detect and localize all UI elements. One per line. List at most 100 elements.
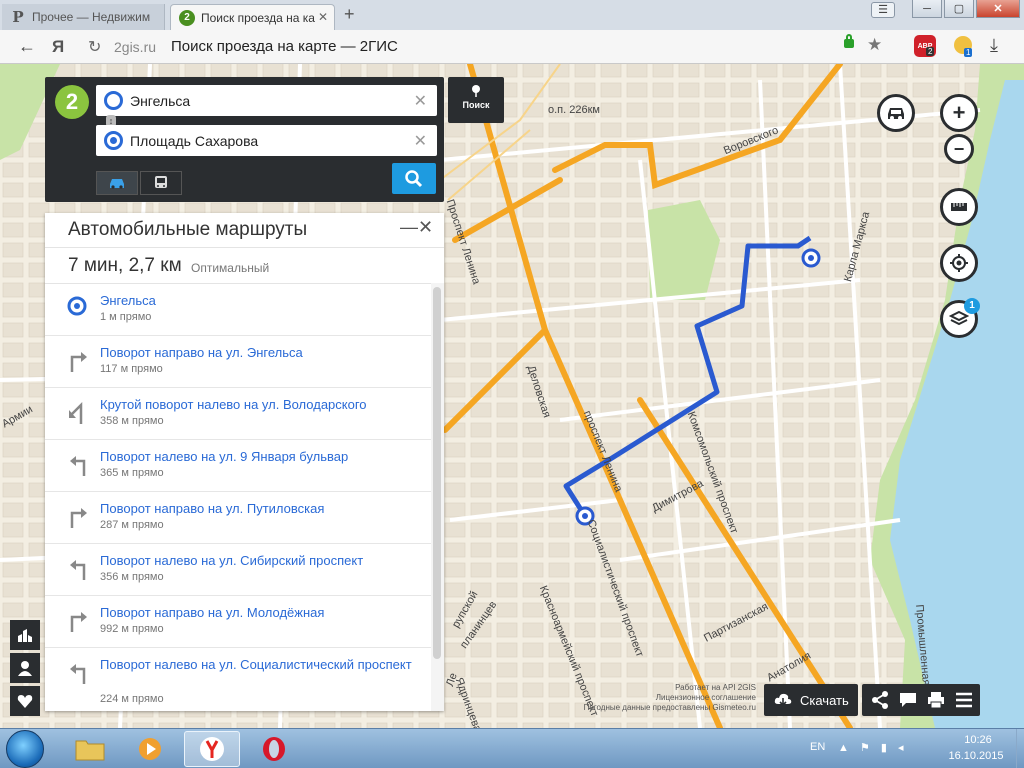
poisk-button[interactable]: Поиск (448, 77, 504, 123)
from-field[interactable]: Энгельса ✕ (96, 85, 437, 116)
tab-favicon-icon: Р (12, 8, 24, 26)
tab-route-search[interactable]: 2 Поиск проезда на ка ✕ (170, 4, 335, 30)
extension-badge: 1 (964, 48, 973, 57)
url-page-title[interactable]: Поиск проезда на карте — 2ГИС (171, 38, 398, 55)
minimize-panel-icon[interactable]: — (400, 217, 418, 238)
step-title: Крутой поворот налево на ул. Володарског… (100, 397, 367, 412)
turn-left-icon (70, 664, 86, 684)
share-toolbar (862, 684, 980, 716)
favorites-button[interactable] (10, 686, 40, 716)
bookmark-star-icon[interactable]: ★ (867, 35, 882, 55)
step-distance: 358 м прямо (100, 415, 164, 427)
profile-button[interactable] (10, 653, 40, 683)
zoom-in-button[interactable]: + (940, 94, 978, 132)
route-option[interactable]: Оптимальный (191, 261, 269, 275)
keyboard-language[interactable]: EN (810, 741, 825, 753)
opera-icon (263, 737, 285, 761)
route-steps-list: Энгельса 1 м прямо Поворот направо на ул… (45, 283, 431, 711)
step-title: Поворот направо на ул. Энгельса (100, 345, 303, 360)
step-distance: 365 м прямо (100, 467, 164, 479)
yandex-browser-icon (200, 737, 224, 761)
credits-weather[interactable]: Погодные данные предоставлены Gismeteo.r… (540, 703, 756, 713)
comment-icon[interactable] (898, 690, 918, 710)
yandex-browser-app[interactable] (184, 731, 240, 767)
heart-icon (17, 695, 33, 708)
tray-icons[interactable]: ▲ ⚑ ▮ ◂ (838, 741, 918, 757)
media-player-app[interactable] (122, 731, 178, 767)
to-field[interactable]: Площадь Сахарова ✕ (96, 125, 437, 156)
print-icon[interactable] (926, 690, 946, 710)
divider (45, 247, 444, 248)
map-credits: Работает на API 2GIS Лицензионное соглаш… (540, 683, 756, 713)
clear-from-icon[interactable]: ✕ (414, 91, 427, 111)
new-tab-button[interactable]: + (344, 4, 355, 25)
search-route-button[interactable] (392, 163, 436, 194)
opera-app[interactable] (246, 731, 302, 767)
car-icon (110, 179, 124, 189)
step-distance: 1 м прямо (100, 311, 152, 323)
route-step[interactable]: Поворот направо на ул. Путиловская 287 м… (45, 492, 431, 544)
yandex-logo-icon[interactable]: Я (52, 37, 64, 57)
buildings-button[interactable] (10, 620, 40, 650)
clear-to-icon[interactable]: ✕ (414, 131, 427, 151)
route-step[interactable]: Энгельса 1 м прямо (45, 284, 431, 336)
turn-left-icon (70, 560, 86, 580)
browser-menu-icon[interactable]: ☰ (871, 2, 895, 18)
close-panel-icon[interactable]: ✕ (418, 217, 433, 238)
search-icon (405, 169, 423, 187)
clock-time[interactable]: 10:26 (948, 734, 1008, 746)
zoom-out-button[interactable]: − (944, 134, 974, 164)
route-step[interactable]: Поворот налево на ул. Сибирский проспект… (45, 544, 431, 596)
step-distance: 356 м прямо (100, 571, 164, 583)
step-title: Поворот налево на ул. 9 Января бульвар (100, 449, 349, 464)
route-step[interactable]: Поворот налево на ул. 9 Января бульвар 3… (45, 440, 431, 492)
layers-badge: 1 (964, 298, 980, 314)
menu-icon[interactable] (954, 690, 974, 710)
tab-close-icon[interactable]: ✕ (318, 10, 328, 24)
clock-date[interactable]: 16.10.2015 (940, 750, 1012, 762)
user-icon (18, 661, 32, 676)
download-arrow-icon[interactable]: ⤓ (990, 35, 998, 56)
traffic-car-icon (888, 108, 904, 120)
ruler-button[interactable] (940, 188, 978, 226)
mode-transit-button[interactable] (140, 171, 182, 195)
2gis-favicon-icon: 2 (179, 9, 195, 26)
route-summary: 7 мин, 2,7 км (68, 255, 182, 276)
back-arrow-icon[interactable]: ← (18, 36, 36, 57)
browser-tab-bar: Р Прочее — Недвижим 2 Поиск проезда на к… (0, 0, 1024, 30)
ruler-icon (951, 203, 967, 211)
mode-car-button[interactable] (96, 171, 138, 195)
download-app-button[interactable]: Скачать (764, 684, 858, 716)
locate-icon (950, 254, 968, 272)
route-step[interactable]: Поворот налево на ул. Социалистический п… (45, 648, 431, 711)
start-icon (67, 296, 87, 316)
my-location-button[interactable] (940, 244, 978, 282)
explorer-app[interactable] (62, 731, 118, 767)
minimize-button[interactable]: ─ (912, 0, 942, 18)
tab-other-realty[interactable]: Р Прочее — Недвижим (2, 4, 165, 30)
from-value: Энгельса (130, 92, 191, 109)
maximize-button[interactable]: ▢ (944, 0, 974, 18)
step-title: Поворот налево на ул. Социалистический п… (100, 657, 412, 672)
traffic-button[interactable] (877, 94, 915, 132)
start-button[interactable] (6, 730, 44, 768)
share-icon[interactable] (870, 690, 890, 710)
credits-api[interactable]: Работает на API 2GIS (540, 683, 756, 693)
step-title: Поворот налево на ул. Сибирский проспект (100, 553, 364, 568)
scrollbar-thumb[interactable] (433, 287, 441, 659)
2gis-logo-icon[interactable]: 2 (55, 85, 89, 119)
show-desktop-button[interactable] (1016, 729, 1024, 768)
step-title: Энгельса (100, 293, 156, 308)
buildings-icon (18, 629, 32, 642)
route-step[interactable]: Поворот направо на ул. Энгельса 117 м пр… (45, 336, 431, 388)
credits-license[interactable]: Лицензионное соглашение (540, 693, 756, 703)
route-step[interactable]: Поворот направо на ул. Молодёжная 992 м … (45, 596, 431, 648)
layers-icon (949, 310, 969, 326)
lock-icon[interactable] (844, 34, 854, 48)
close-window-button[interactable]: ✕ (976, 0, 1020, 18)
reload-icon[interactable]: ↻ (88, 37, 101, 57)
to-value: Площадь Сахарова (130, 132, 259, 149)
route-step[interactable]: Крутой поворот налево на ул. Володарског… (45, 388, 431, 440)
url-domain[interactable]: 2gis.ru (114, 39, 156, 55)
turn-right-icon (70, 508, 87, 528)
